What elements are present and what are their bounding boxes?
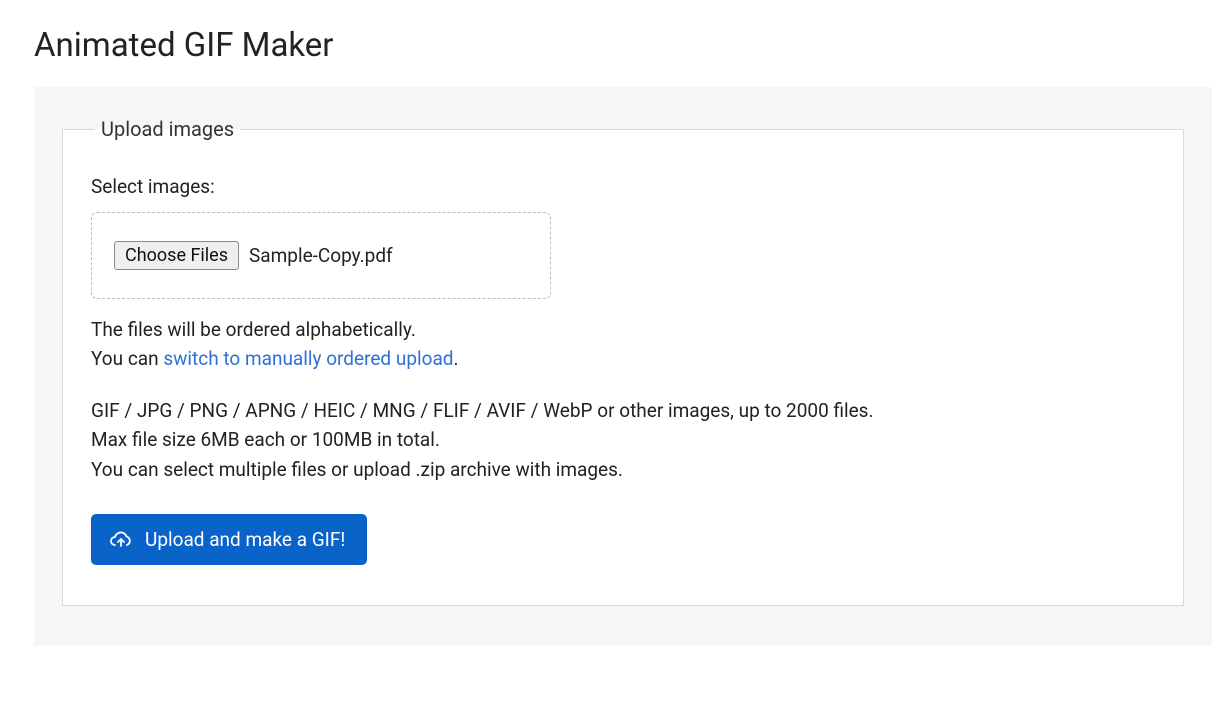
multiselect-line: You can select multiple files or upload …	[91, 455, 1155, 484]
file-dropzone[interactable]: Choose Files Sample-Copy.pdf	[91, 212, 551, 299]
switch-prefix: You can	[91, 347, 163, 370]
select-images-label: Select images:	[91, 175, 1155, 198]
formats-line: GIF / JPG / PNG / APNG / HEIC / MNG / FL…	[91, 396, 1155, 425]
switch-to-manual-link[interactable]: switch to manually ordered upload	[163, 347, 453, 370]
maxsize-line: Max file size 6MB each or 100MB in total…	[91, 425, 1155, 454]
file-input-row: Choose Files Sample-Copy.pdf	[114, 241, 528, 270]
order-notice: The files will be ordered alphabetically…	[91, 315, 1155, 344]
page-title: Animated GIF Maker	[0, 0, 1225, 65]
cloud-upload-icon	[109, 530, 133, 550]
selected-file-name: Sample-Copy.pdf	[249, 244, 393, 267]
upload-button-label: Upload and make a GIF!	[145, 528, 345, 551]
upload-legend: Upload images	[95, 117, 240, 141]
upload-fieldset: Upload images Select images: Choose File…	[62, 117, 1184, 606]
switch-line: You can switch to manually ordered uploa…	[91, 344, 1155, 373]
upload-panel: Upload images Select images: Choose File…	[34, 87, 1212, 646]
choose-files-button[interactable]: Choose Files	[114, 241, 239, 270]
switch-suffix: .	[454, 347, 459, 370]
upload-and-make-gif-button[interactable]: Upload and make a GIF!	[91, 514, 367, 565]
spacer	[91, 374, 1155, 396]
